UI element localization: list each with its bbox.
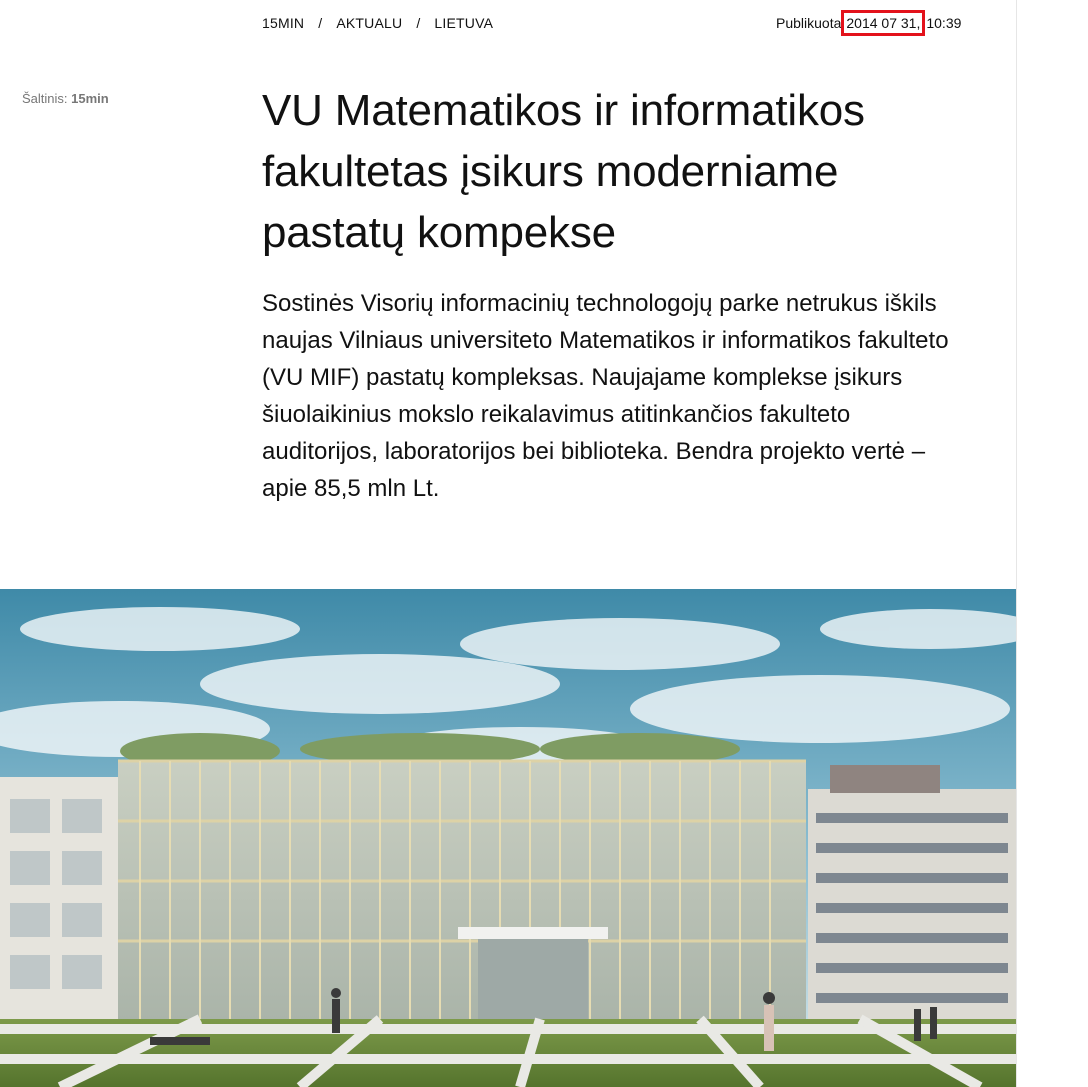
published-time: 10:39 (926, 15, 962, 31)
breadcrumb-lietuva-link[interactable]: LIETUVA (434, 15, 493, 31)
breadcrumb-separator: / (318, 15, 323, 31)
right-gutter (1016, 0, 1088, 1087)
breadcrumb-aktualu-link[interactable]: AKTUALU (336, 15, 402, 31)
breadcrumb-separator: / (416, 15, 421, 31)
published-date: 2014 07 31, (841, 10, 926, 36)
source-name: 15min (71, 91, 109, 106)
building-rendering-illustration (0, 589, 1016, 1087)
article-lead: Sostinės Visorių informacinių technologo… (262, 290, 949, 502)
breadcrumb-15min-link[interactable]: 15MIN (262, 15, 304, 31)
source-info: Šaltinis: 15min (22, 91, 109, 106)
source-label: Šaltinis: (22, 91, 68, 106)
published-info: Publikuota 2014 07 31, 10:39 (776, 10, 962, 36)
hero-image[interactable] (0, 589, 1016, 1087)
breadcrumb: 15MIN / AKTUALU / LIETUVA (262, 15, 493, 31)
published-label: Publikuota (776, 15, 842, 31)
article-title: VU Matematikos ir informatikos fakulteta… (262, 86, 865, 257)
